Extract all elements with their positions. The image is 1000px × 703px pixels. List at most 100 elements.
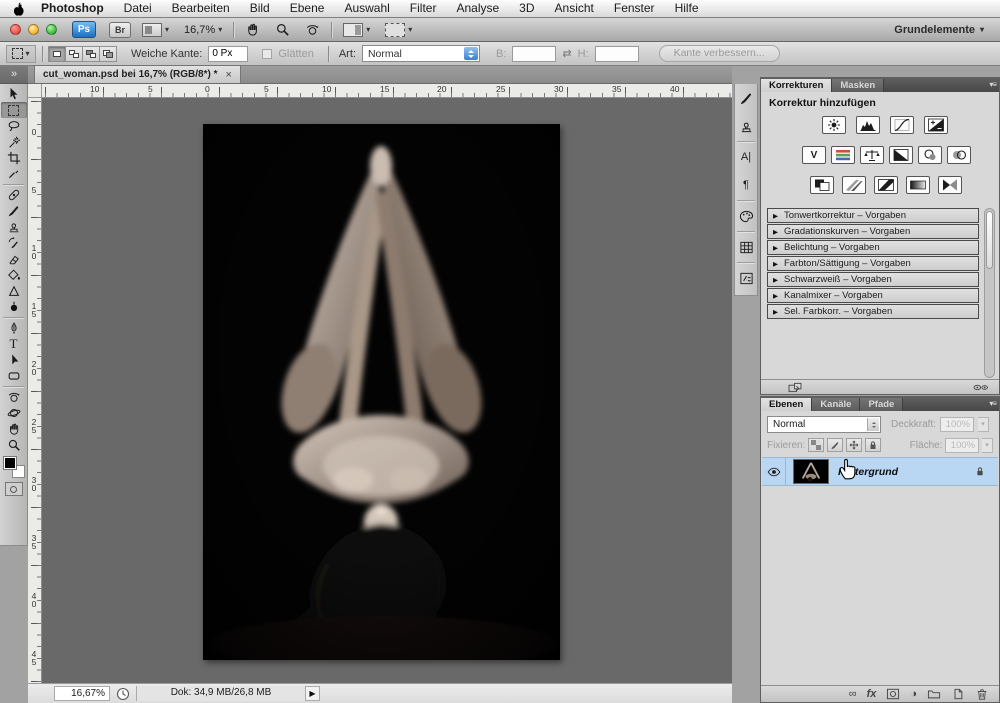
selective-color-icon[interactable] xyxy=(938,176,962,194)
clone-source-panel-icon[interactable] xyxy=(735,112,757,140)
scrollbar-thumb[interactable] xyxy=(986,211,993,269)
tool-3d-rotate[interactable] xyxy=(1,389,27,405)
panel-menu-icon[interactable]: ▾≡ xyxy=(989,80,996,89)
black-white-icon[interactable] xyxy=(889,146,913,164)
swatches-panel-icon[interactable] xyxy=(735,202,757,230)
document-image[interactable] xyxy=(203,124,560,660)
preset-row-black-white[interactable]: ▶Schwarzweiß – Vorgaben xyxy=(767,272,979,287)
expand-arrow-icon[interactable]: ▶ xyxy=(773,276,778,284)
photoshop-app-icon[interactable]: Ps xyxy=(72,21,96,38)
apple-icon[interactable] xyxy=(12,2,25,16)
tool-paint-bucket[interactable] xyxy=(1,267,27,283)
layer-row-hintergrund[interactable]: Hintergrund xyxy=(762,457,998,486)
expand-arrow-icon[interactable]: ▶ xyxy=(773,308,778,316)
preset-row-hue-saturation[interactable]: ▶Farbton/Sättigung – Vorgaben xyxy=(767,256,979,271)
tab-masken[interactable]: Masken xyxy=(832,79,884,92)
screen-mode-button[interactable]: ▾ xyxy=(381,21,416,39)
launch-bridge-button[interactable]: Br xyxy=(109,22,131,38)
layer-visibility-toggle[interactable] xyxy=(762,457,786,486)
preset-row-levels[interactable]: ▶Tonwertkorrektur – Vorgaben xyxy=(767,208,979,223)
tool-rectangular-marquee[interactable] xyxy=(1,102,27,118)
threshold-icon[interactable] xyxy=(874,176,898,194)
photo-filter-icon[interactable] xyxy=(918,146,942,164)
tool-3d-orbit[interactable] xyxy=(1,405,27,421)
canvas-workspace[interactable] xyxy=(42,98,732,683)
preset-row-channel-mixer[interactable]: ▶Kanalmixer – Vorgaben xyxy=(767,288,979,303)
tool-lasso[interactable] xyxy=(1,118,27,134)
panel-menu-icon[interactable]: ▾≡ xyxy=(989,399,996,408)
paragraph-panel-icon[interactable]: ¶ xyxy=(735,171,757,199)
tool-path-selection[interactable] xyxy=(1,352,27,368)
gradient-map-icon[interactable] xyxy=(906,176,930,194)
blend-mode-select[interactable]: Normal xyxy=(767,416,881,433)
width-input[interactable] xyxy=(512,46,556,62)
new-selection-button[interactable] xyxy=(48,46,66,62)
hue-saturation-icon[interactable] xyxy=(831,146,855,164)
preset-row-exposure[interactable]: ▶Belichtung – Vorgaben xyxy=(767,240,979,255)
menu-bearbeiten[interactable]: Bearbeiten xyxy=(162,0,240,17)
tab-ebenen[interactable]: Ebenen xyxy=(761,398,812,411)
menu-photoshop[interactable]: Photoshop xyxy=(31,0,114,17)
scrollbar[interactable] xyxy=(984,208,995,378)
preset-row-curves[interactable]: ▶Gradationskurven – Vorgaben xyxy=(767,224,979,239)
tool-move[interactable] xyxy=(1,86,27,102)
curves-icon[interactable] xyxy=(890,116,914,134)
tool-history-brush[interactable] xyxy=(1,235,27,251)
document-tab[interactable]: cut_woman.psd bei 16,7% (RGB/8*) * × xyxy=(34,65,241,83)
invert-icon[interactable] xyxy=(810,176,834,194)
styles-panel-icon[interactable] xyxy=(735,264,757,292)
view-extras-button[interactable]: ▾ xyxy=(138,21,173,39)
lock-position-button[interactable] xyxy=(846,438,862,452)
character-panel-icon[interactable]: A| xyxy=(735,143,757,171)
window-zoom-button[interactable] xyxy=(46,24,57,35)
tool-magic-wand[interactable] xyxy=(1,134,27,150)
menu-ansicht[interactable]: Ansicht xyxy=(545,0,604,17)
arrange-documents-button[interactable]: ▾ xyxy=(339,21,374,39)
menu-analyse[interactable]: Analyse xyxy=(446,0,509,17)
rotate-view-button[interactable] xyxy=(301,20,324,39)
subtract-from-selection-button[interactable] xyxy=(82,46,100,62)
menu-auswahl[interactable]: Auswahl xyxy=(334,0,399,17)
tab-kanaele[interactable]: Kanäle xyxy=(812,398,860,411)
brightness-contrast-icon[interactable] xyxy=(822,116,846,134)
close-icon[interactable]: × xyxy=(226,69,232,81)
menu-filter[interactable]: Filter xyxy=(400,0,447,17)
expand-arrow-icon[interactable]: ▶ xyxy=(773,244,778,252)
tool-blur-sharpen[interactable] xyxy=(1,283,27,299)
expand-arrow-icon[interactable]: ▶ xyxy=(773,292,778,300)
chevron-down-icon[interactable]: ▾ xyxy=(982,438,993,453)
vibrance-icon[interactable]: V xyxy=(802,146,826,164)
workspace-switcher[interactable]: Grundelemente▾ xyxy=(894,24,990,36)
delete-layer-icon[interactable] xyxy=(975,688,989,700)
tool-type[interactable]: T xyxy=(1,336,27,352)
new-adjustment-layer-icon[interactable]: ◑ xyxy=(910,688,917,700)
tool-hand[interactable] xyxy=(1,421,27,437)
tool-eraser[interactable] xyxy=(1,251,27,267)
height-input[interactable] xyxy=(595,46,639,62)
style-select[interactable]: Normal xyxy=(362,45,480,62)
lock-transparency-button[interactable] xyxy=(808,438,824,452)
layer-style-icon[interactable]: fx xyxy=(867,688,877,700)
channel-mixer-icon[interactable] xyxy=(947,146,971,164)
tool-pen[interactable] xyxy=(1,320,27,336)
zoom-tool-button[interactable] xyxy=(271,20,294,39)
add-to-selection-button[interactable] xyxy=(65,46,83,62)
status-options-arrow[interactable]: ▶ xyxy=(306,686,320,701)
kuler-panel-icon[interactable] xyxy=(735,233,757,261)
quick-mask-button[interactable] xyxy=(5,482,23,496)
feather-input[interactable] xyxy=(208,46,248,62)
tool-preset-picker[interactable]: ▾ xyxy=(6,45,36,63)
new-group-icon[interactable] xyxy=(927,688,941,700)
expand-arrow-icon[interactable]: ▶ xyxy=(773,212,778,220)
tool-eyedropper[interactable] xyxy=(1,166,27,182)
menu-bild[interactable]: Bild xyxy=(240,0,280,17)
expand-arrow-icon[interactable]: ▶ xyxy=(773,260,778,268)
foreground-color-swatch[interactable] xyxy=(3,456,17,470)
menu-3d[interactable]: 3D xyxy=(509,0,544,17)
zoom-level-control[interactable]: 16,7%▾ xyxy=(180,22,226,38)
chevron-down-icon[interactable]: ▾ xyxy=(978,417,989,432)
intersect-selection-button[interactable] xyxy=(99,46,117,62)
lock-all-button[interactable] xyxy=(865,438,881,452)
tool-shape[interactable] xyxy=(1,368,27,384)
window-close-button[interactable] xyxy=(10,24,21,35)
